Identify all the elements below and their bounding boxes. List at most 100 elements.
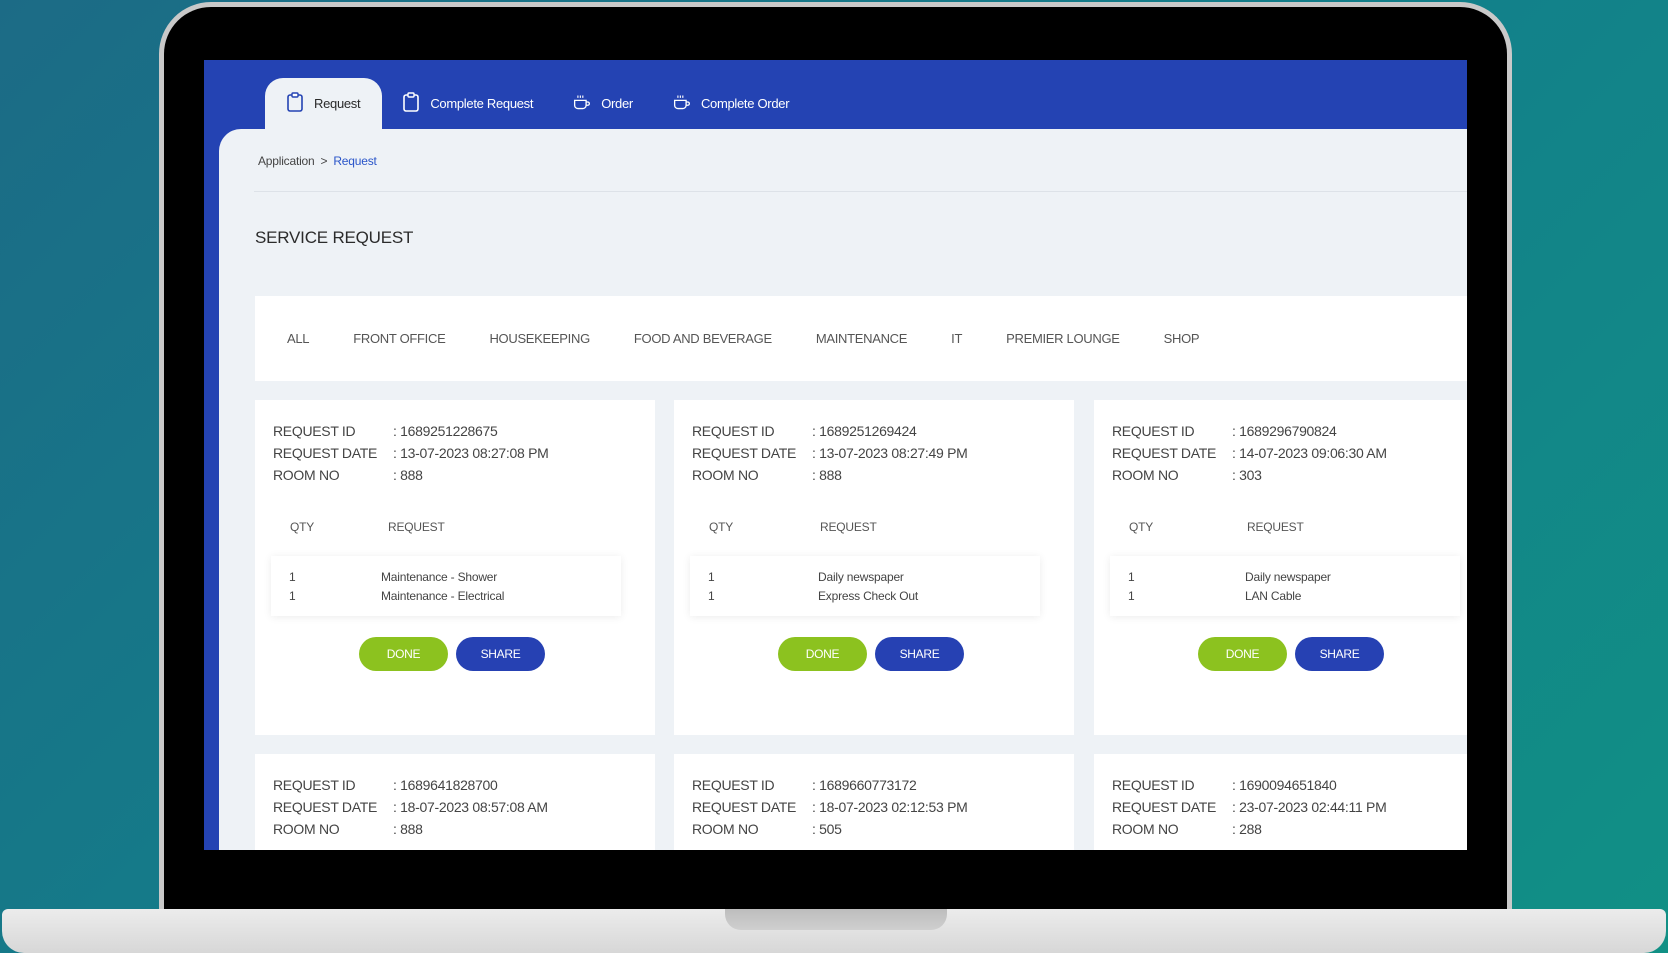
list-item: 1 LAN Cable	[1110, 587, 1460, 606]
request-id-value: : 1689660773172	[812, 777, 917, 793]
request-info: REQUEST ID: 1689251228675 REQUEST DATE: …	[273, 420, 549, 486]
item-name: LAN Cable	[1245, 589, 1302, 603]
room-no-value: : 505	[812, 821, 842, 837]
breadcrumb-root[interactable]: Application	[258, 154, 315, 168]
request-id-value: : 1689641828700	[393, 777, 498, 793]
laptop-notch	[725, 909, 947, 930]
request-info: REQUEST ID : 1689641828700 REQUEST DATE : …	[273, 774, 548, 840]
request-date-value: : 23-07-2023 02:44:11 PM	[1232, 799, 1387, 815]
item-name: Express Check Out	[818, 589, 918, 603]
room-no-label: ROOM NO	[273, 467, 340, 483]
request-card: REQUEST ID : 1689296790824 REQUEST DATE : …	[1094, 400, 1467, 735]
qty-header: QTY	[290, 520, 315, 534]
item-qty: 1	[289, 589, 296, 603]
request-header: REQUEST	[820, 520, 877, 534]
filter-shop[interactable]: SHOP	[1164, 331, 1200, 346]
request-items: 1 Daily newspaper 1 LAN Cable	[1110, 556, 1460, 616]
main-content: Application > Request SERVICE REQUEST AL…	[219, 129, 1467, 850]
done-button[interactable]: DONE	[1198, 637, 1287, 671]
request-card: REQUEST ID: 1689251228675 REQUEST DATE: …	[255, 400, 655, 735]
tab-request[interactable]: Request	[265, 78, 383, 129]
qty-header: QTY	[709, 520, 734, 534]
tab-bar: Request Complete Request Order Complete …	[204, 78, 809, 129]
clipboard-icon	[286, 92, 304, 115]
filter-premier-lounge[interactable]: PREMIER LOUNGE	[1006, 331, 1120, 346]
request-items: 1 Daily newspaper 1 Express Check Out	[690, 556, 1040, 616]
tab-order[interactable]: Order	[553, 78, 653, 129]
filter-food-and-beverage[interactable]: FOOD AND BEVERAGE	[634, 331, 772, 346]
request-info: REQUEST ID : 1689296790824 REQUEST DATE : …	[1112, 420, 1387, 486]
request-header: REQUEST	[1247, 520, 1304, 534]
room-no-label: ROOM NO	[1112, 821, 1179, 837]
page-title: SERVICE REQUEST	[255, 228, 414, 247]
request-date-label: REQUEST DATE	[273, 445, 378, 461]
share-button[interactable]: SHARE	[875, 637, 964, 671]
request-id-label: REQUEST ID	[273, 777, 356, 793]
filter-housekeeping[interactable]: HOUSEKEEPING	[489, 331, 590, 346]
item-name: Maintenance - Shower	[381, 570, 498, 584]
tab-label: Request	[314, 96, 361, 111]
room-no-value: : 888	[393, 821, 423, 837]
request-card: REQUEST ID : 1689660773172 REQUEST DATE : …	[674, 754, 1074, 850]
list-item: 1 Maintenance - Shower	[271, 568, 621, 587]
request-id-value: : 1689251228675	[393, 423, 498, 439]
category-filter-bar: ALL FRONT OFFICE HOUSEKEEPING FOOD AND B…	[255, 296, 1467, 381]
cup-icon	[673, 92, 691, 115]
room-no-value: : 303	[1232, 467, 1262, 483]
room-no-value: : 888	[812, 467, 842, 483]
share-button[interactable]: SHARE	[456, 637, 545, 671]
clipboard-icon	[402, 92, 420, 115]
item-qty: 1	[708, 589, 715, 603]
request-date-label: REQUEST DATE	[273, 799, 378, 815]
room-no-value: : 888	[393, 467, 423, 483]
room-no-label: ROOM NO	[273, 821, 340, 837]
request-info: REQUEST ID: 1690094651840 REQUEST DATE: …	[1112, 774, 1387, 840]
request-date-label: REQUEST DATE	[1112, 445, 1217, 461]
item-qty: 1	[289, 570, 296, 584]
filter-it[interactable]: IT	[951, 331, 962, 346]
tab-label: Order	[601, 96, 633, 111]
request-date-value: : 18-07-2023 08:57:08 AM	[393, 799, 548, 815]
room-no-label: ROOM NO	[692, 467, 759, 483]
done-button[interactable]: DONE	[778, 637, 867, 671]
request-card: REQUEST ID: 1690094651840 REQUEST DATE: …	[1094, 754, 1467, 850]
item-qty: 1	[708, 570, 715, 584]
request-card: REQUEST ID : 1689641828700 REQUEST DATE : …	[255, 754, 655, 850]
qty-header: QTY	[1129, 520, 1154, 534]
app-screen: Request Complete Request Order Complete …	[204, 60, 1467, 850]
list-item: 1 Maintenance - Electrical	[271, 587, 621, 606]
room-no-value: : 288	[1232, 821, 1262, 837]
request-id-value: : 1689251269424	[812, 423, 917, 439]
request-id-value: : 1690094651840	[1232, 777, 1337, 793]
request-date-value: : 14-07-2023 09:06:30 AM	[1232, 445, 1387, 461]
filter-maintenance[interactable]: MAINTENANCE	[816, 331, 908, 346]
cup-icon	[573, 92, 591, 115]
tab-complete-order[interactable]: Complete Order	[653, 78, 809, 129]
request-date-value: : 13-07-2023 08:27:49 PM	[812, 445, 968, 461]
done-button[interactable]: DONE	[359, 637, 448, 671]
list-item: 1 Daily newspaper	[690, 568, 1040, 587]
filter-front-office[interactable]: FRONT OFFICE	[353, 331, 446, 346]
item-qty: 1	[1128, 589, 1135, 603]
request-info: REQUEST ID : 1689660773172 REQUEST DATE : …	[692, 774, 968, 840]
request-date-label: REQUEST DATE	[692, 799, 797, 815]
tab-label: Complete Order	[700, 96, 790, 111]
item-name: Daily newspaper	[1245, 570, 1331, 584]
tab-label: Complete Request	[430, 96, 534, 111]
request-id-label: REQUEST ID	[692, 777, 775, 793]
room-no-label: ROOM NO	[1112, 467, 1179, 483]
request-items: 1 Maintenance - Shower 1 Maintenance - Ele…	[271, 556, 621, 616]
request-header: REQUEST	[388, 520, 445, 534]
request-date-value: : 13-07-2023 08:27:08 PM	[393, 445, 549, 461]
request-card: REQUEST ID: 1689251269424 REQUEST DATE: …	[674, 400, 1074, 735]
request-id-value: : 1689296790824	[1232, 423, 1337, 439]
room-no-label: ROOM NO	[692, 821, 759, 837]
breadcrumb-current: Request	[333, 154, 377, 168]
request-id-label: REQUEST ID	[692, 423, 775, 439]
share-button[interactable]: SHARE	[1295, 637, 1384, 671]
tab-complete-request[interactable]: Complete Request	[382, 78, 553, 129]
chevron-right-icon: >	[320, 154, 328, 168]
request-id-label: REQUEST ID	[1112, 423, 1195, 439]
filter-all[interactable]: ALL	[287, 331, 310, 346]
request-id-label: REQUEST ID	[1112, 777, 1195, 793]
